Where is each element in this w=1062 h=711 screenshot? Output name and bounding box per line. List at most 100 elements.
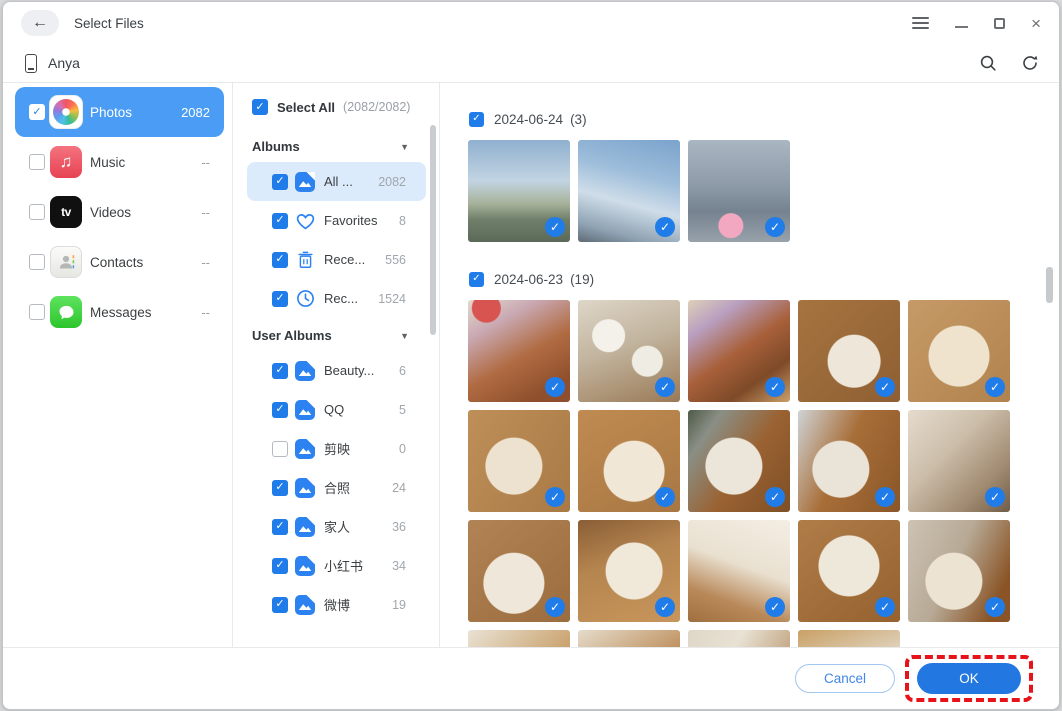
photo-thumbnail-buildings-pink-mascot[interactable]: ✓ <box>688 140 790 242</box>
album-item[interactable]: ✓Rece...556 <box>247 240 426 279</box>
photo-thumbnail-white-bowls-over-food[interactable]: ✓ <box>578 300 680 402</box>
photo-thumbnail-crawfish-tray-watermelon[interactable]: ✓ <box>468 300 570 402</box>
album-item[interactable]: ✓合照24 <box>247 468 426 507</box>
photos-scrollbar[interactable] <box>1046 267 1053 303</box>
album-item[interactable]: ✓小红书34 <box>247 546 426 585</box>
album-item[interactable]: ✓QQ5 <box>247 390 426 429</box>
sidebar-item-messages[interactable]: Messages-- <box>15 287 224 337</box>
close-button[interactable]: × <box>1031 15 1041 32</box>
photo-thumbnail-city-buildings-sky[interactable]: ✓ <box>468 140 570 242</box>
photo-thumbnail-ragdoll-sitting-looking[interactable]: ✓ <box>468 520 570 622</box>
album-checkbox[interactable]: ✓ <box>272 558 288 574</box>
album-count: 556 <box>385 253 406 267</box>
photo-selected-check-icon[interactable]: ✓ <box>985 487 1005 507</box>
photo-thumbnail-cat-sprawled-on-floor[interactable]: ✓ <box>798 520 900 622</box>
album-count: 2082 <box>378 175 406 189</box>
album-label: 合照 <box>324 478 350 497</box>
photo-thumbnail-ragdoll-profile-by-cabinet[interactable]: ✓ <box>908 520 1010 622</box>
ok-button[interactable]: OK <box>917 663 1021 694</box>
photo-selected-check-icon[interactable]: ✓ <box>875 597 895 617</box>
album-item[interactable]: ✓微博19 <box>247 585 426 624</box>
sidebar-item-photos[interactable]: ✓Photos2082 <box>15 87 224 137</box>
photo-selected-check-icon[interactable]: ✓ <box>985 377 1005 397</box>
photo-thumbnail-ragdoll-cat-on-wood-floor[interactable]: ✓ <box>798 300 900 402</box>
photo-thumbnail-ragdoll-facing-camera[interactable]: ✓ <box>798 410 900 512</box>
album-checkbox[interactable]: ✓ <box>272 519 288 535</box>
footer-bar: Cancel OK <box>3 647 1059 709</box>
back-button[interactable]: ← <box>21 10 59 36</box>
photo-selected-check-icon[interactable]: ✓ <box>655 597 675 617</box>
photo-thumbnail-sky-clouds-streetlight[interactable]: ✓ <box>578 140 680 242</box>
album-item[interactable]: ✓Favorites8 <box>247 201 426 240</box>
photo-thumbnail-fluffy-cat-lying-floor[interactable]: ✓ <box>578 410 680 512</box>
device-actions <box>979 54 1039 72</box>
album-item[interactable]: ✓家人36 <box>247 507 426 546</box>
photo-selected-check-icon[interactable]: ✓ <box>655 487 675 507</box>
photo-thumbnail-cat-wood-floor-partial-1[interactable]: ✓ <box>468 630 570 647</box>
date-group-checkbox[interactable]: ✓ <box>469 112 484 127</box>
photo-selected-check-icon[interactable]: ✓ <box>655 377 675 397</box>
photos-checkbox[interactable]: ✓ <box>29 104 45 120</box>
photo-selected-check-icon[interactable]: ✓ <box>875 377 895 397</box>
photo-thumbnail-cat-lying-looking-up[interactable]: ✓ <box>468 410 570 512</box>
photo-selected-check-icon[interactable]: ✓ <box>545 487 565 507</box>
album-item[interactable]: 剪映0 <box>247 429 426 468</box>
main-content: ✓Photos2082♫Music--tvVideos--Contacts--M… <box>3 83 1059 647</box>
photo-thumbnail-cream-cat-lying[interactable]: ✓ <box>908 300 1010 402</box>
photo-selected-check-icon[interactable]: ✓ <box>655 217 675 237</box>
album-checkbox[interactable]: ✓ <box>272 402 288 418</box>
messages-checkbox[interactable] <box>29 304 45 320</box>
photo-selected-check-icon[interactable]: ✓ <box>545 377 565 397</box>
album-checkbox[interactable]: ✓ <box>272 291 288 307</box>
sidebar-item-contacts[interactable]: Contacts-- <box>15 237 224 287</box>
album-item[interactable]: ✓All ...2082 <box>247 162 426 201</box>
photo-selected-check-icon[interactable]: ✓ <box>545 217 565 237</box>
videos-checkbox[interactable] <box>29 204 45 220</box>
maximize-button[interactable] <box>994 18 1005 29</box>
contacts-app-icon <box>50 246 82 278</box>
sidebar-item-music[interactable]: ♫Music-- <box>15 137 224 187</box>
select-all-checkbox[interactable]: ✓ <box>252 99 268 115</box>
contacts-checkbox[interactable] <box>29 254 45 270</box>
photo-thumbnail-cat-wood-floor-partial-3[interactable]: ✓ <box>688 630 790 647</box>
album-checkbox[interactable]: ✓ <box>272 597 288 613</box>
album-checkbox[interactable]: ✓ <box>272 213 288 229</box>
album-checkbox[interactable]: ✓ <box>272 363 288 379</box>
photo-thumbnail-crawfish-tray-onions[interactable]: ✓ <box>688 300 790 402</box>
album-checkbox[interactable]: ✓ <box>272 480 288 496</box>
date-group-checkbox[interactable]: ✓ <box>469 272 484 287</box>
search-icon[interactable] <box>979 54 997 72</box>
photo-selected-check-icon[interactable]: ✓ <box>765 217 785 237</box>
picture-icon <box>294 594 316 616</box>
sidebar-item-videos[interactable]: tvVideos-- <box>15 187 224 237</box>
ok-button-annotation: OK <box>905 655 1033 702</box>
select-all-row[interactable]: ✓Select All(2082/2082) <box>233 99 439 115</box>
photo-selected-check-icon[interactable]: ✓ <box>765 597 785 617</box>
minimize-button[interactable] <box>955 26 968 28</box>
album-item[interactable]: ✓Beauty...6 <box>247 351 426 390</box>
album-item[interactable]: ✓Rec...1524 <box>247 279 426 318</box>
photo-thumbnail-white-cat-upside-down-closeup[interactable]: ✓ <box>688 520 790 622</box>
chevron-down-icon[interactable]: ▼ <box>400 142 409 152</box>
photo-thumbnail-ragdoll-by-cabinet[interactable]: ✓ <box>688 410 790 512</box>
back-arrow-icon: ← <box>32 15 48 31</box>
albums-scrollbar[interactable] <box>430 125 436 335</box>
photo-selected-check-icon[interactable]: ✓ <box>985 597 1005 617</box>
album-checkbox[interactable]: ✓ <box>272 252 288 268</box>
photo-thumbnail-siamese-cat-closeup-petting[interactable]: ✓ <box>908 410 1010 512</box>
cancel-button[interactable]: Cancel <box>795 664 895 693</box>
photo-selected-check-icon[interactable]: ✓ <box>875 487 895 507</box>
album-checkbox[interactable]: ✓ <box>272 174 288 190</box>
section-title: Albums <box>252 139 300 154</box>
music-checkbox[interactable] <box>29 154 45 170</box>
refresh-icon[interactable] <box>1021 54 1039 72</box>
photo-selected-check-icon[interactable]: ✓ <box>765 377 785 397</box>
photo-selected-check-icon[interactable]: ✓ <box>545 597 565 617</box>
photo-selected-check-icon[interactable]: ✓ <box>765 487 785 507</box>
photo-thumbnail-cat-wood-floor-partial-4[interactable]: ✓ <box>798 630 900 647</box>
menu-icon[interactable] <box>912 17 929 29</box>
chevron-down-icon[interactable]: ▼ <box>400 331 409 341</box>
photo-thumbnail-cat-rolling-on-floor[interactable]: ✓ <box>578 520 680 622</box>
photo-thumbnail-cat-wood-floor-partial-2[interactable]: ✓ <box>578 630 680 647</box>
album-checkbox[interactable] <box>272 441 288 457</box>
